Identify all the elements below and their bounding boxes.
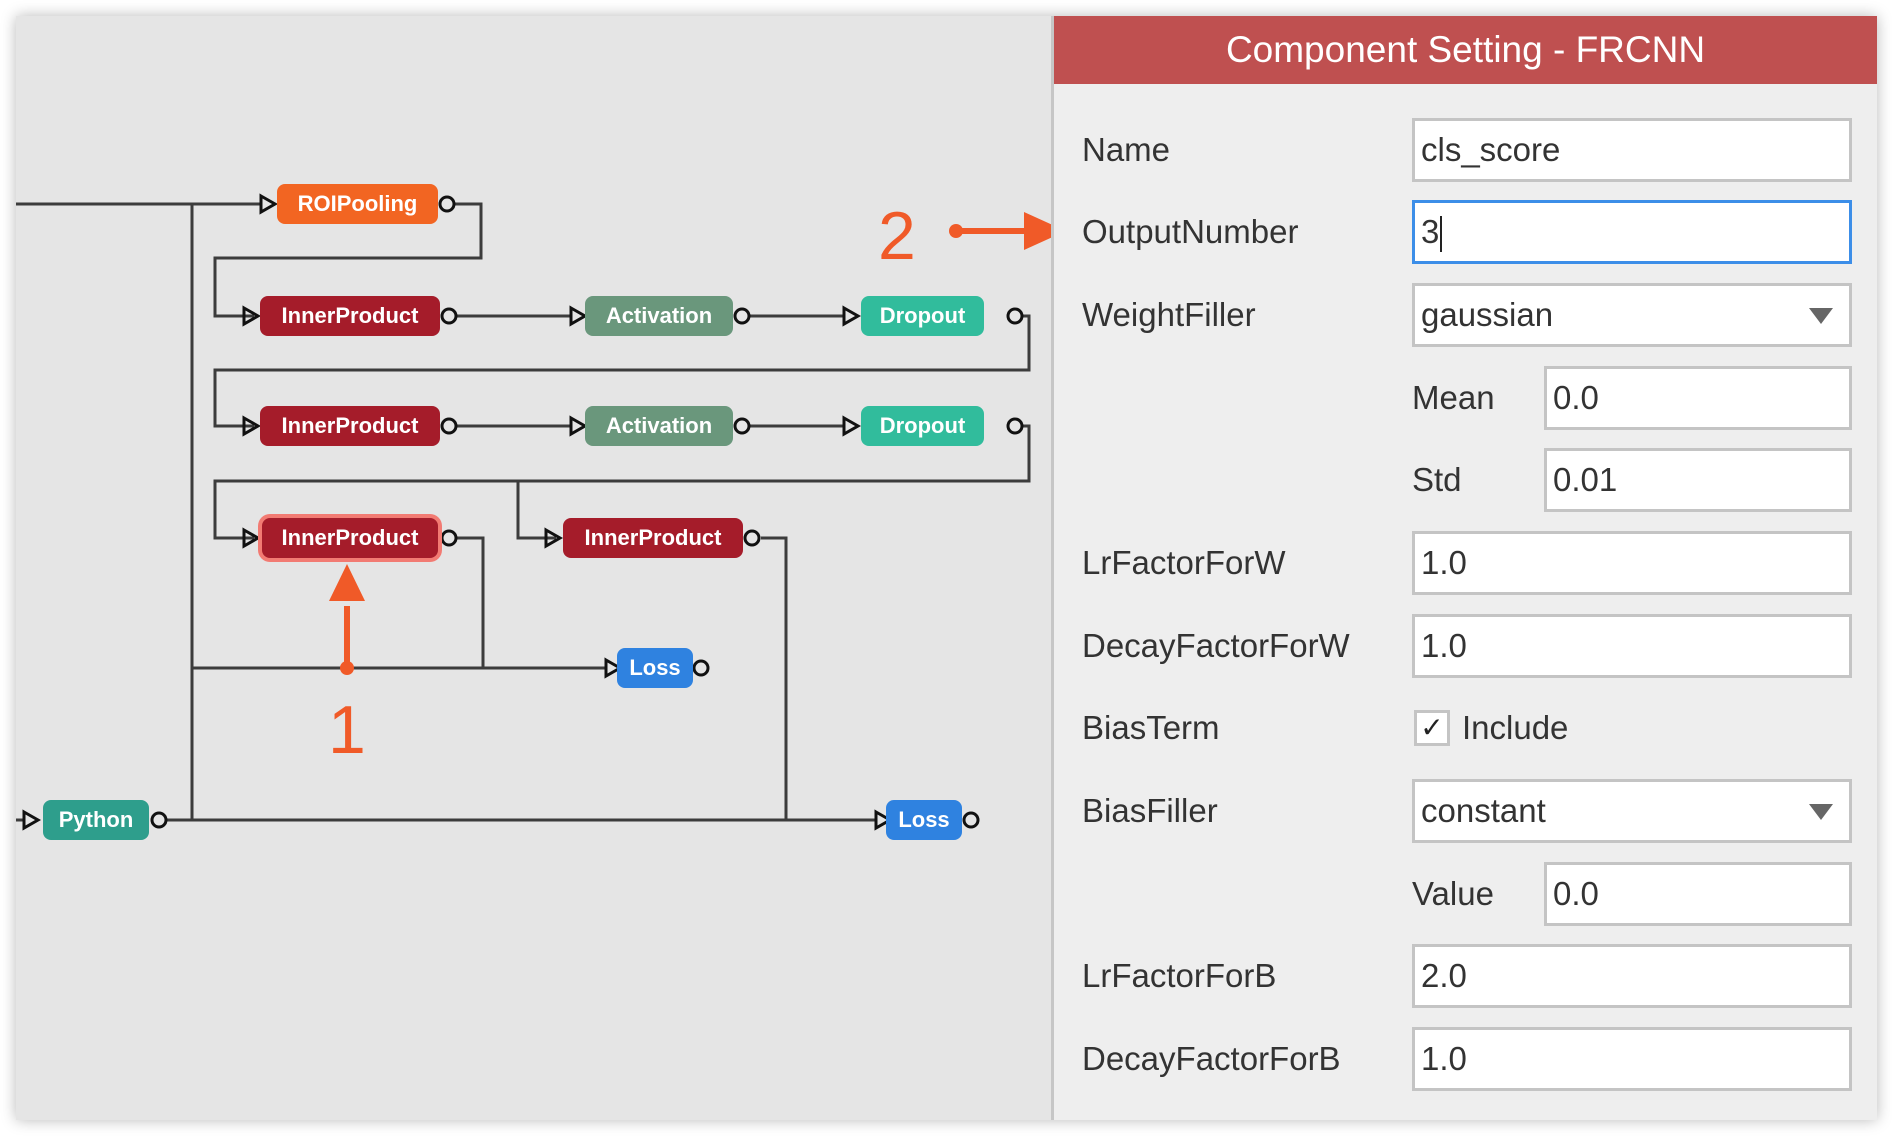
value-label: Value (1412, 875, 1494, 912)
weight-filler-select[interactable]: gaussian (1412, 283, 1852, 347)
dropdown-arrow-icon (1809, 308, 1833, 324)
output-port-icon (150, 811, 168, 829)
output-port-icon (440, 307, 458, 325)
bias-filler-label: BiasFiller (1082, 792, 1218, 829)
node-roipooling[interactable]: ROIPooling (277, 184, 438, 224)
weight-filler-value: gaussian (1421, 296, 1554, 333)
input-port-icon (569, 415, 589, 437)
text-caret (1440, 216, 1443, 253)
input-port-icon (842, 305, 862, 327)
output-port-icon (962, 811, 980, 829)
output-port-icon (733, 307, 751, 325)
network-canvas[interactable]: ROIPooling InnerProduct Activation Dropo… (16, 16, 1051, 1120)
dropdown-arrow-icon (1809, 804, 1833, 820)
input-port-icon (22, 809, 42, 831)
output-number-input[interactable]: 3 (1412, 200, 1852, 264)
output-port-icon (692, 659, 710, 677)
node-python[interactable]: Python (43, 800, 149, 840)
connector (456, 536, 485, 668)
output-port-icon (438, 195, 456, 213)
panel-title: Component Setting - FRCNN (1054, 16, 1877, 84)
output-port-icon (1006, 307, 1024, 325)
output-port-icon (743, 529, 761, 547)
node-loss[interactable]: Loss (886, 800, 962, 840)
app-window: ROIPooling InnerProduct Activation Dropo… (16, 16, 1877, 1120)
weight-filler-label: WeightFiller (1082, 296, 1256, 333)
bias-term-include-label[interactable]: Include (1462, 708, 1568, 748)
lr-factor-w-label: LrFactorForW (1082, 544, 1286, 581)
checkmark-icon: ✓ (1420, 712, 1444, 743)
output-port-icon (440, 417, 458, 435)
component-setting-panel: Component Setting - FRCNN Name cls_score… (1051, 16, 1877, 1120)
connector (761, 536, 788, 820)
annotation-step-1: 1 (328, 692, 366, 768)
bias-term-checkbox[interactable]: ✓ (1414, 710, 1450, 746)
annotation-step-2: 2 (878, 198, 916, 274)
node-innerproduct[interactable]: InnerProduct (260, 296, 440, 336)
node-innerproduct[interactable]: InnerProduct (260, 406, 440, 446)
value-input[interactable]: 0.0 (1544, 862, 1852, 926)
output-port-icon (1006, 417, 1024, 435)
node-activation[interactable]: Activation (585, 406, 733, 446)
node-dropout[interactable]: Dropout (861, 406, 984, 446)
input-port-icon (569, 305, 589, 327)
connections-layer (16, 193, 1051, 831)
bias-term-label: BiasTerm (1082, 709, 1220, 746)
output-number-label: OutputNumber (1082, 213, 1299, 250)
input-port-icon (842, 415, 862, 437)
node-dropout[interactable]: Dropout (861, 296, 984, 336)
mean-input[interactable]: 0.0 (1544, 366, 1852, 430)
std-input[interactable]: 0.01 (1544, 448, 1852, 512)
output-number-value: 3 (1421, 213, 1440, 250)
lr-factor-b-label: LrFactorForB (1082, 957, 1277, 994)
lr-factor-w-input[interactable]: 1.0 (1412, 531, 1852, 595)
decay-factor-b-input[interactable]: 1.0 (1412, 1027, 1852, 1091)
lr-factor-b-input[interactable]: 2.0 (1412, 944, 1852, 1008)
annotation-arrow-2 (949, 212, 1051, 250)
bias-filler-select[interactable]: constant (1412, 779, 1852, 843)
input-port-icon (259, 193, 279, 215)
node-loss[interactable]: Loss (617, 648, 693, 688)
bias-filler-value: constant (1421, 792, 1546, 829)
annotation-arrow-1 (329, 564, 365, 675)
mean-label: Mean (1412, 379, 1495, 416)
node-activation[interactable]: Activation (585, 296, 733, 336)
output-port-icon (440, 529, 458, 547)
node-innerproduct[interactable]: InnerProduct (563, 518, 743, 558)
connector (516, 481, 556, 540)
name-label: Name (1082, 131, 1171, 168)
node-innerproduct-selected[interactable]: InnerProduct (262, 518, 438, 558)
std-label: Std (1412, 461, 1462, 498)
decay-factor-w-label: DecayFactorForW (1082, 627, 1350, 664)
decay-factor-w-input[interactable]: 1.0 (1412, 614, 1852, 678)
decay-factor-b-label: DecayFactorForB (1082, 1040, 1341, 1077)
output-port-icon (733, 417, 751, 435)
name-input[interactable]: cls_score (1412, 118, 1852, 182)
